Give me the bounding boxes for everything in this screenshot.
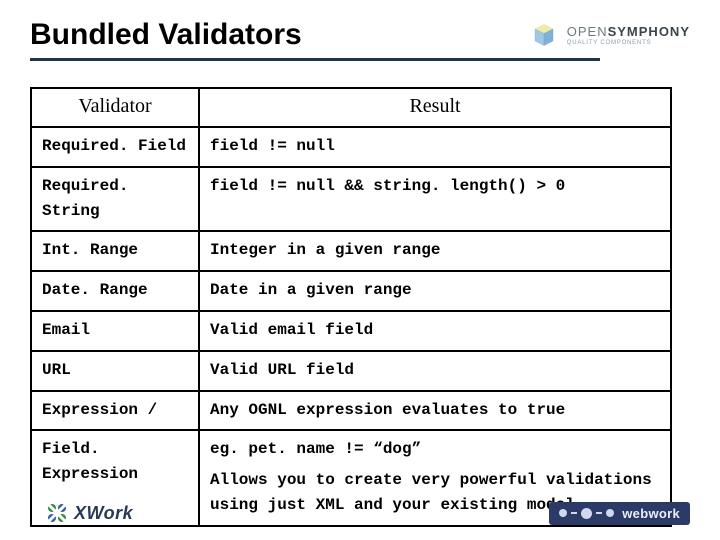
webwork-name: webwork [622,506,680,521]
col-header-result: Result [199,88,671,127]
cell-result: Any OGNL expression evaluates to true [199,391,671,431]
slide: Bundled Validators OPENSYMPHONY QUALITY … [0,0,720,540]
table-row: Email Valid email field [31,311,671,351]
table-row: Date. Range Date in a given range [31,271,671,311]
cell-result: Valid email field [199,311,671,351]
page-title: Bundled Validators [30,18,302,52]
brand-opensymphony: OPENSYMPHONY QUALITY COMPONENTS [529,20,690,50]
table-row: Required. Field field != null [31,127,671,167]
xwork-logo: XWork [46,502,133,524]
cell-result: Valid URL field [199,351,671,391]
cell-validator: Email [31,311,199,351]
cell-result: Date in a given range [199,271,671,311]
table-header-row: Validator Result [31,88,671,127]
table-row: URL Valid URL field [31,351,671,391]
cell-validator: Date. Range [31,271,199,311]
cell-validator: Required. String [31,167,199,232]
validators-table: Validator Result Required. Field field !… [30,87,672,527]
col-header-validator: Validator [31,88,199,127]
table-row: Int. Range Integer in a given range [31,231,671,271]
cell-validator: Required. Field [31,127,199,167]
validators-table-wrap: Validator Result Required. Field field !… [30,87,690,527]
brand-tagline: QUALITY COMPONENTS [567,40,690,46]
xwork-name: XWork [74,503,133,524]
brand-name: OPENSYMPHONY [567,25,690,38]
xwork-icon [46,502,68,524]
footer: XWork webwork [0,496,720,530]
cell-result: field != null && string. length() > 0 [199,167,671,232]
header: Bundled Validators OPENSYMPHONY QUALITY … [30,18,690,52]
webwork-logo: webwork [549,502,690,525]
cell-validator: Expression / [31,391,199,431]
webwork-icon [559,508,614,519]
cell-result: Integer in a given range [199,231,671,271]
table-row: Required. String field != null && string… [31,167,671,232]
cell-result-line1: eg. pet. name != “dog” [210,440,421,458]
table-row: Expression / Any OGNL expression evaluat… [31,391,671,431]
brand-text: OPENSYMPHONY QUALITY COMPONENTS [567,25,690,46]
cell-result: field != null [199,127,671,167]
opensymphony-logo-icon [529,20,559,50]
cell-validator: URL [31,351,199,391]
title-underline [30,58,600,61]
cell-validator: Int. Range [31,231,199,271]
